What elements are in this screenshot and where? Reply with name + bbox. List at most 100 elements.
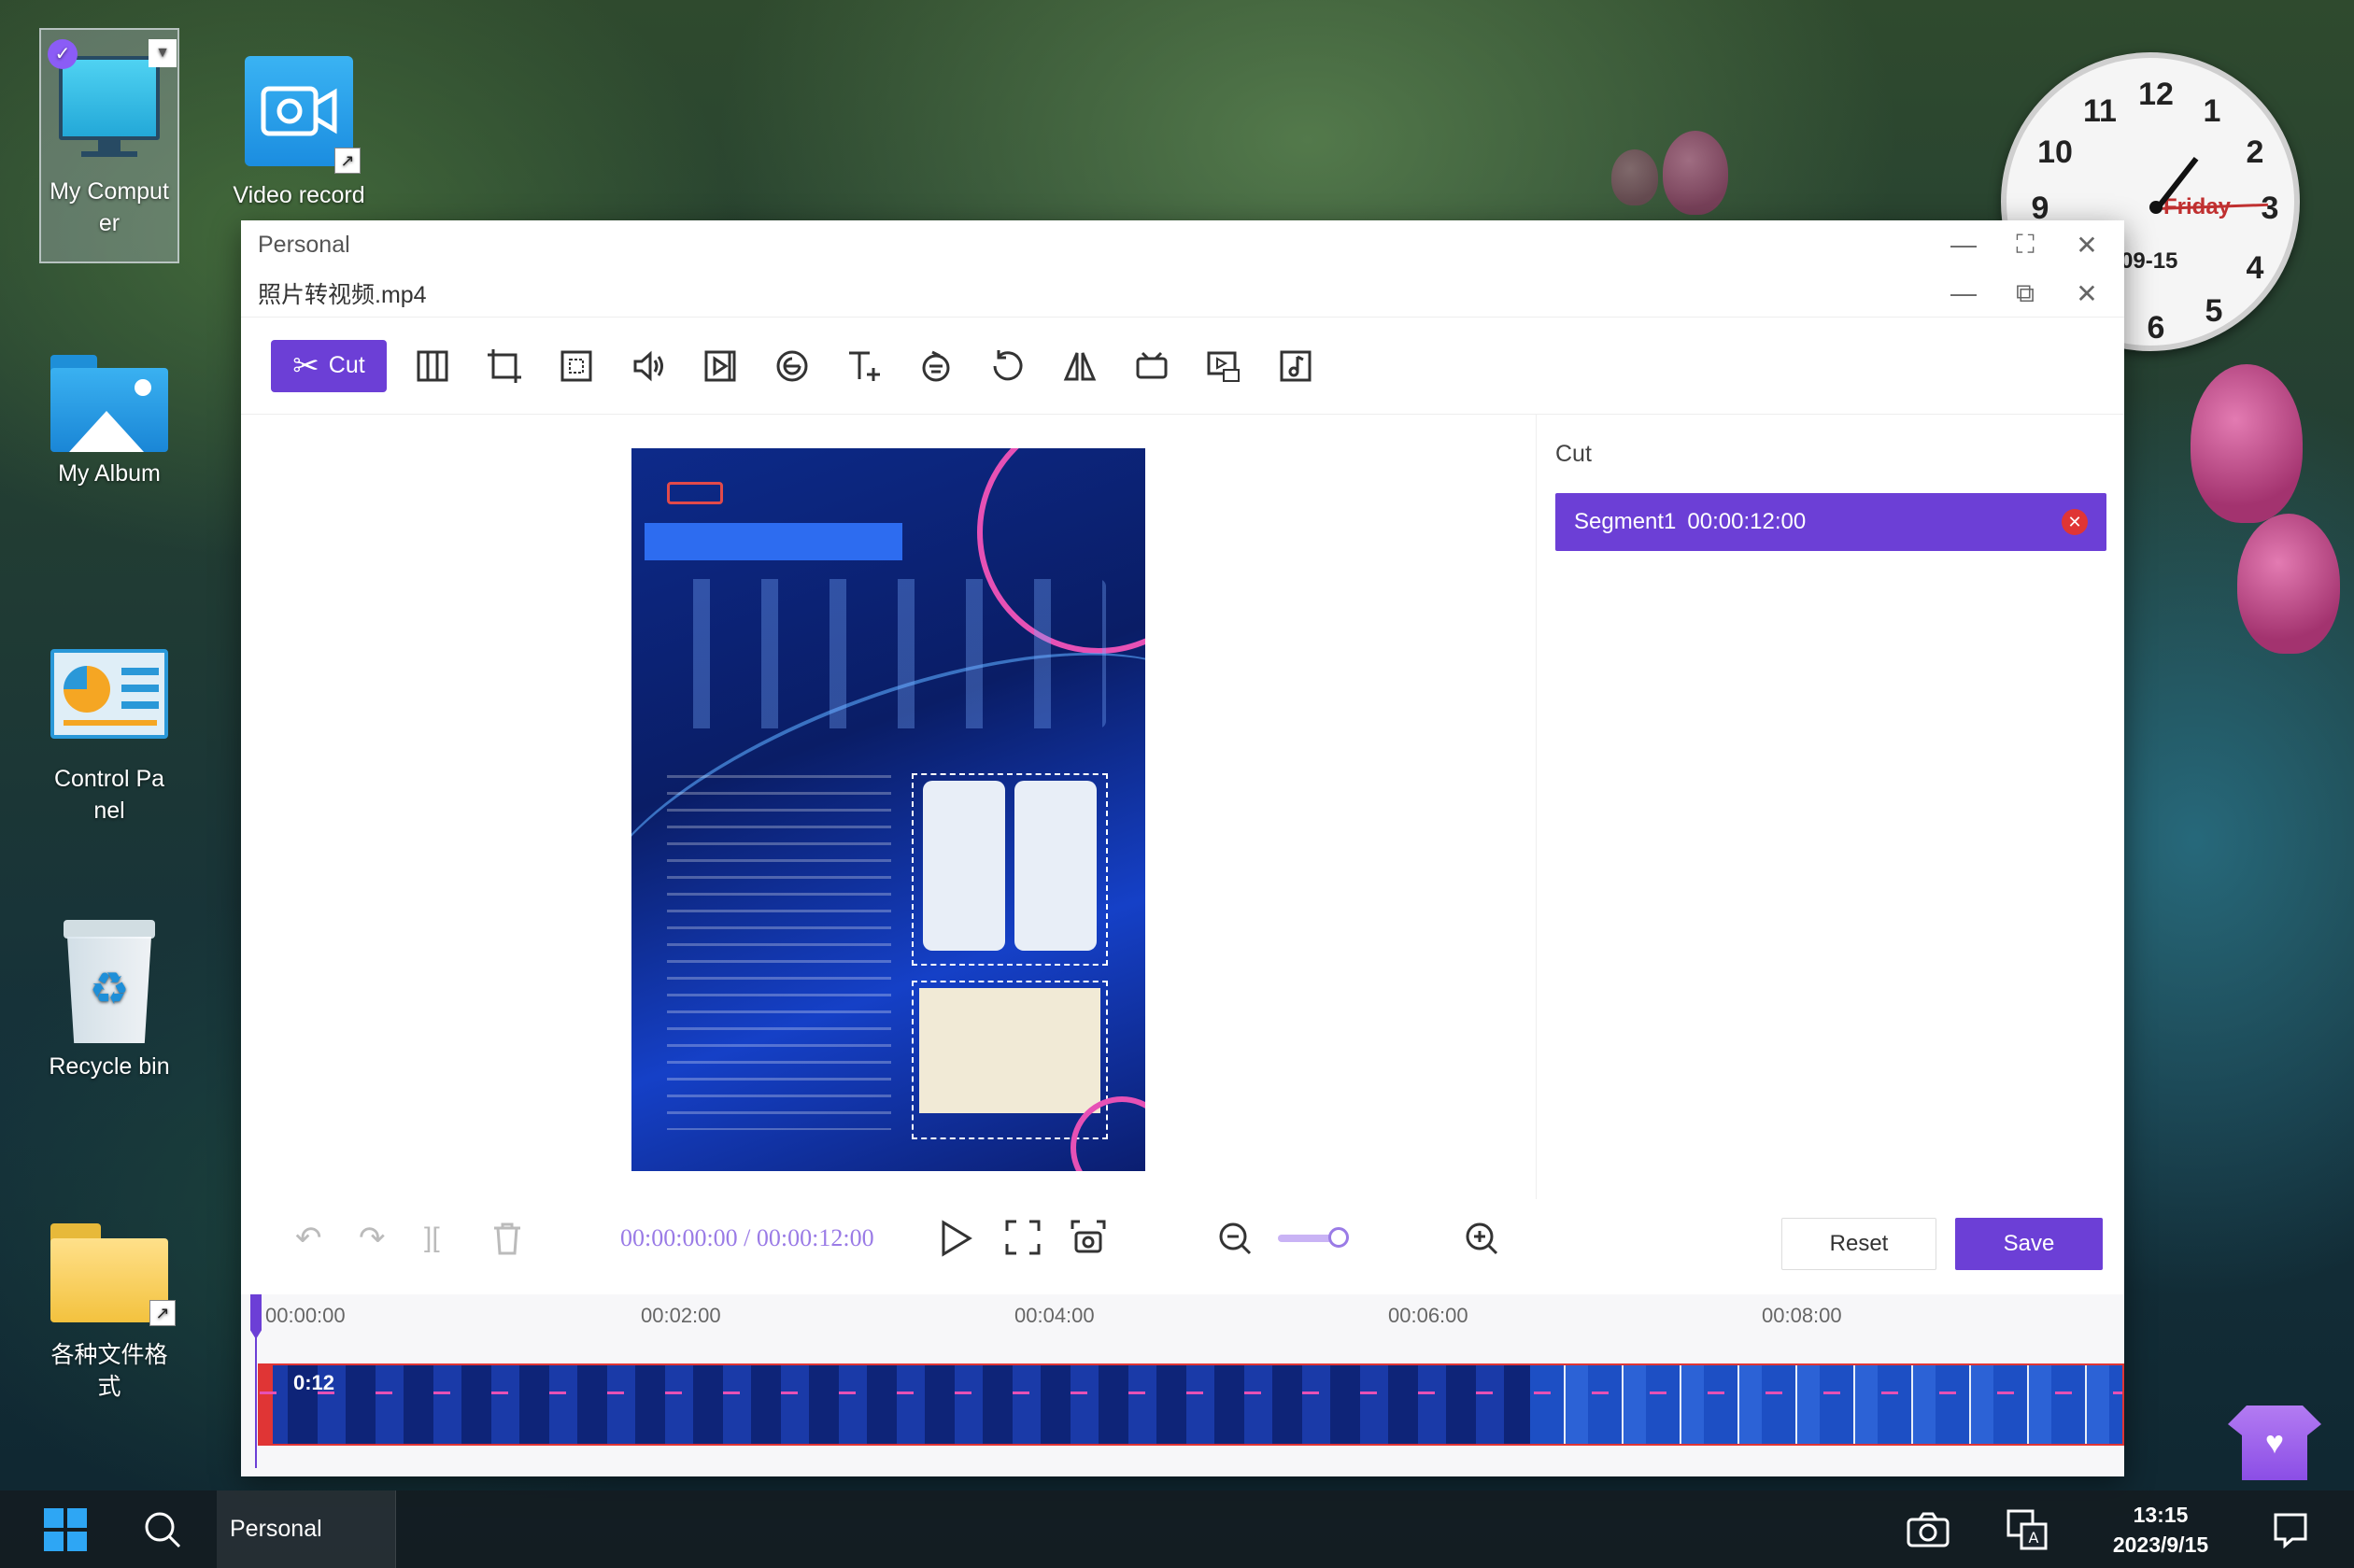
- undo-icon[interactable]: ↶: [295, 1220, 322, 1257]
- file-name: 照片转视频.mp4: [258, 281, 427, 308]
- cut-panel: Cut Segment1 00:00:12:00 ✕ Reset Save: [1536, 415, 2124, 1270]
- taskbar-clock[interactable]: 13:15 2023/9/15: [2091, 1490, 2231, 1568]
- filter-tool-button[interactable]: [910, 340, 962, 392]
- segment-delete-icon[interactable]: ✕: [2062, 509, 2088, 535]
- desktop-icon-label: My Computer: [50, 178, 169, 236]
- time-readout: 00:00:00:00 / 00:00:12:00: [620, 1224, 874, 1252]
- flip-icon: [1063, 351, 1097, 380]
- desktop-icon-video-record[interactable]: ↗ Video record: [229, 56, 369, 211]
- search-icon: [145, 1512, 181, 1547]
- segment-item[interactable]: Segment1 00:00:12:00 ✕: [1555, 493, 2106, 551]
- clock-number: 6: [2147, 310, 2165, 346]
- snapshot-icon[interactable]: [1071, 1220, 1106, 1260]
- input-method-button[interactable]: A: [2003, 1490, 2051, 1568]
- camera-icon: [1907, 1512, 1950, 1547]
- flip-tool-button[interactable]: [1054, 340, 1106, 392]
- speaker-icon: [633, 350, 663, 381]
- cut-tool-label: Cut: [328, 352, 365, 378]
- zoom-slider-handle[interactable]: [1328, 1227, 1349, 1248]
- clock-number: 4: [2246, 250, 2264, 286]
- control-panel-icon: [50, 649, 168, 739]
- computer-icon: ✓ ▼: [48, 39, 177, 170]
- zoom-slider[interactable]: [1278, 1227, 1349, 1248]
- crop-tool-button[interactable]: [478, 340, 531, 392]
- video-clip-strip[interactable]: 0:12: [258, 1363, 2124, 1446]
- language-icon: A: [2007, 1509, 2048, 1549]
- playback-tool-button[interactable]: [694, 340, 746, 392]
- timeline[interactable]: 00:00:00 00:02:00 00:04:00 00:06:00 00:0…: [241, 1294, 2124, 1476]
- chevron-down-icon: ▼: [149, 39, 177, 67]
- clock-number: 11: [2083, 93, 2117, 129]
- audio-tool-button[interactable]: [622, 340, 674, 392]
- doc-close-button[interactable]: ✕: [2066, 275, 2107, 312]
- save-button[interactable]: Save: [1955, 1218, 2103, 1270]
- video-edit-icon: [1136, 351, 1168, 378]
- desktop-icon-file-formats[interactable]: ↗ 各种文件格式: [39, 1223, 179, 1403]
- text-icon: [849, 351, 880, 381]
- resize-tool-button[interactable]: [550, 340, 603, 392]
- split-icon[interactable]: ][: [424, 1222, 440, 1254]
- notification-button[interactable]: [2266, 1490, 2315, 1568]
- watermark-tool-button[interactable]: [1126, 340, 1178, 392]
- video-preview-frame[interactable]: [631, 448, 1145, 1171]
- fullscreen-icon[interactable]: [1005, 1220, 1041, 1260]
- window-titlebar: Personal — ⛶ ✕: [241, 220, 2124, 269]
- desktop-icon-recycle-bin[interactable]: ♻ Recycle bin: [39, 920, 179, 1082]
- cut-tool-button[interactable]: ✂ Cut: [271, 339, 387, 392]
- zoom-in-icon[interactable]: [1465, 1222, 1498, 1260]
- tshirt-app-icon[interactable]: ♥: [2228, 1406, 2321, 1480]
- doc-restore-button[interactable]: ⧉: [2005, 275, 2046, 312]
- speed-tool-button[interactable]: [766, 340, 818, 392]
- play-icon[interactable]: [940, 1220, 973, 1262]
- shortcut-arrow-icon: ↗: [334, 148, 361, 174]
- check-icon: ✓: [48, 39, 78, 69]
- playhead-marker[interactable]: [250, 1294, 262, 1339]
- filter-icon: [922, 350, 950, 381]
- film-split-icon: [417, 350, 448, 381]
- start-button[interactable]: [41, 1490, 90, 1568]
- desktop-icon-label: My Album: [58, 460, 161, 487]
- notification-icon: [2274, 1513, 2307, 1548]
- current-time: 00:00:00:00: [620, 1224, 738, 1251]
- taskbar-date: 2023/9/15: [2112, 1532, 2209, 1557]
- cut-panel-title: Cut: [1555, 441, 1592, 467]
- desktop-icon-my-album[interactable]: My Album: [39, 355, 179, 489]
- folder-icon: ↗: [50, 1223, 176, 1326]
- music-icon: [1280, 350, 1312, 381]
- document-bar: 照片转视频.mp4 — ⧉ ✕: [241, 269, 2124, 318]
- clock-number: 1: [2203, 93, 2221, 129]
- desktop-icon-label: Recycle bin: [49, 1053, 170, 1080]
- text-tool-button[interactable]: [838, 340, 890, 392]
- total-time: 00:00:12:00: [756, 1224, 874, 1251]
- split-tool-button[interactable]: [406, 340, 459, 392]
- video-editor-window: Personal — ⛶ ✕ 照片转视频.mp4 — ⧉ ✕ ✂ Cut Cut…: [241, 220, 2124, 1476]
- maximize-button[interactable]: ⛶: [2005, 226, 2046, 263]
- desktop-icon-label: Video record: [233, 182, 365, 208]
- search-button[interactable]: [138, 1490, 187, 1568]
- reset-button[interactable]: Reset: [1781, 1218, 1936, 1270]
- subtitle-icon: [1207, 351, 1240, 382]
- minimize-button[interactable]: —: [1943, 226, 1984, 263]
- music-tool-button[interactable]: [1269, 340, 1322, 392]
- rotate-tool-button[interactable]: [982, 340, 1034, 392]
- close-button[interactable]: ✕: [2066, 226, 2107, 263]
- desktop-icon-control-panel[interactable]: Control Panel: [39, 649, 179, 826]
- taskbar-time: 13:15: [2133, 1502, 2189, 1527]
- desktop-icon-my-computer[interactable]: ✓ ▼ My Computer: [39, 28, 179, 263]
- rotate-icon: [993, 349, 1023, 380]
- taskbar-app-personal[interactable]: Personal: [217, 1490, 396, 1568]
- redo-icon[interactable]: ↷: [359, 1220, 386, 1257]
- video-camera-icon: ↗: [245, 56, 361, 174]
- timeline-tick: 00:00:00: [265, 1304, 346, 1327]
- window-title: Personal: [258, 231, 350, 258]
- clip-trim-handle[interactable]: [260, 1365, 273, 1444]
- timeline-tick: 00:04:00: [1014, 1304, 1095, 1327]
- camera-tray-button[interactable]: [1904, 1490, 1952, 1568]
- speed-icon: [776, 350, 808, 381]
- subtitle-tool-button[interactable]: [1198, 340, 1250, 392]
- zoom-out-icon[interactable]: [1218, 1222, 1252, 1260]
- clock-number: 10: [2037, 134, 2073, 170]
- delete-icon[interactable]: [491, 1222, 523, 1260]
- taskbar-app-label: Personal: [230, 1516, 322, 1542]
- doc-minimize-button[interactable]: —: [1943, 275, 1984, 312]
